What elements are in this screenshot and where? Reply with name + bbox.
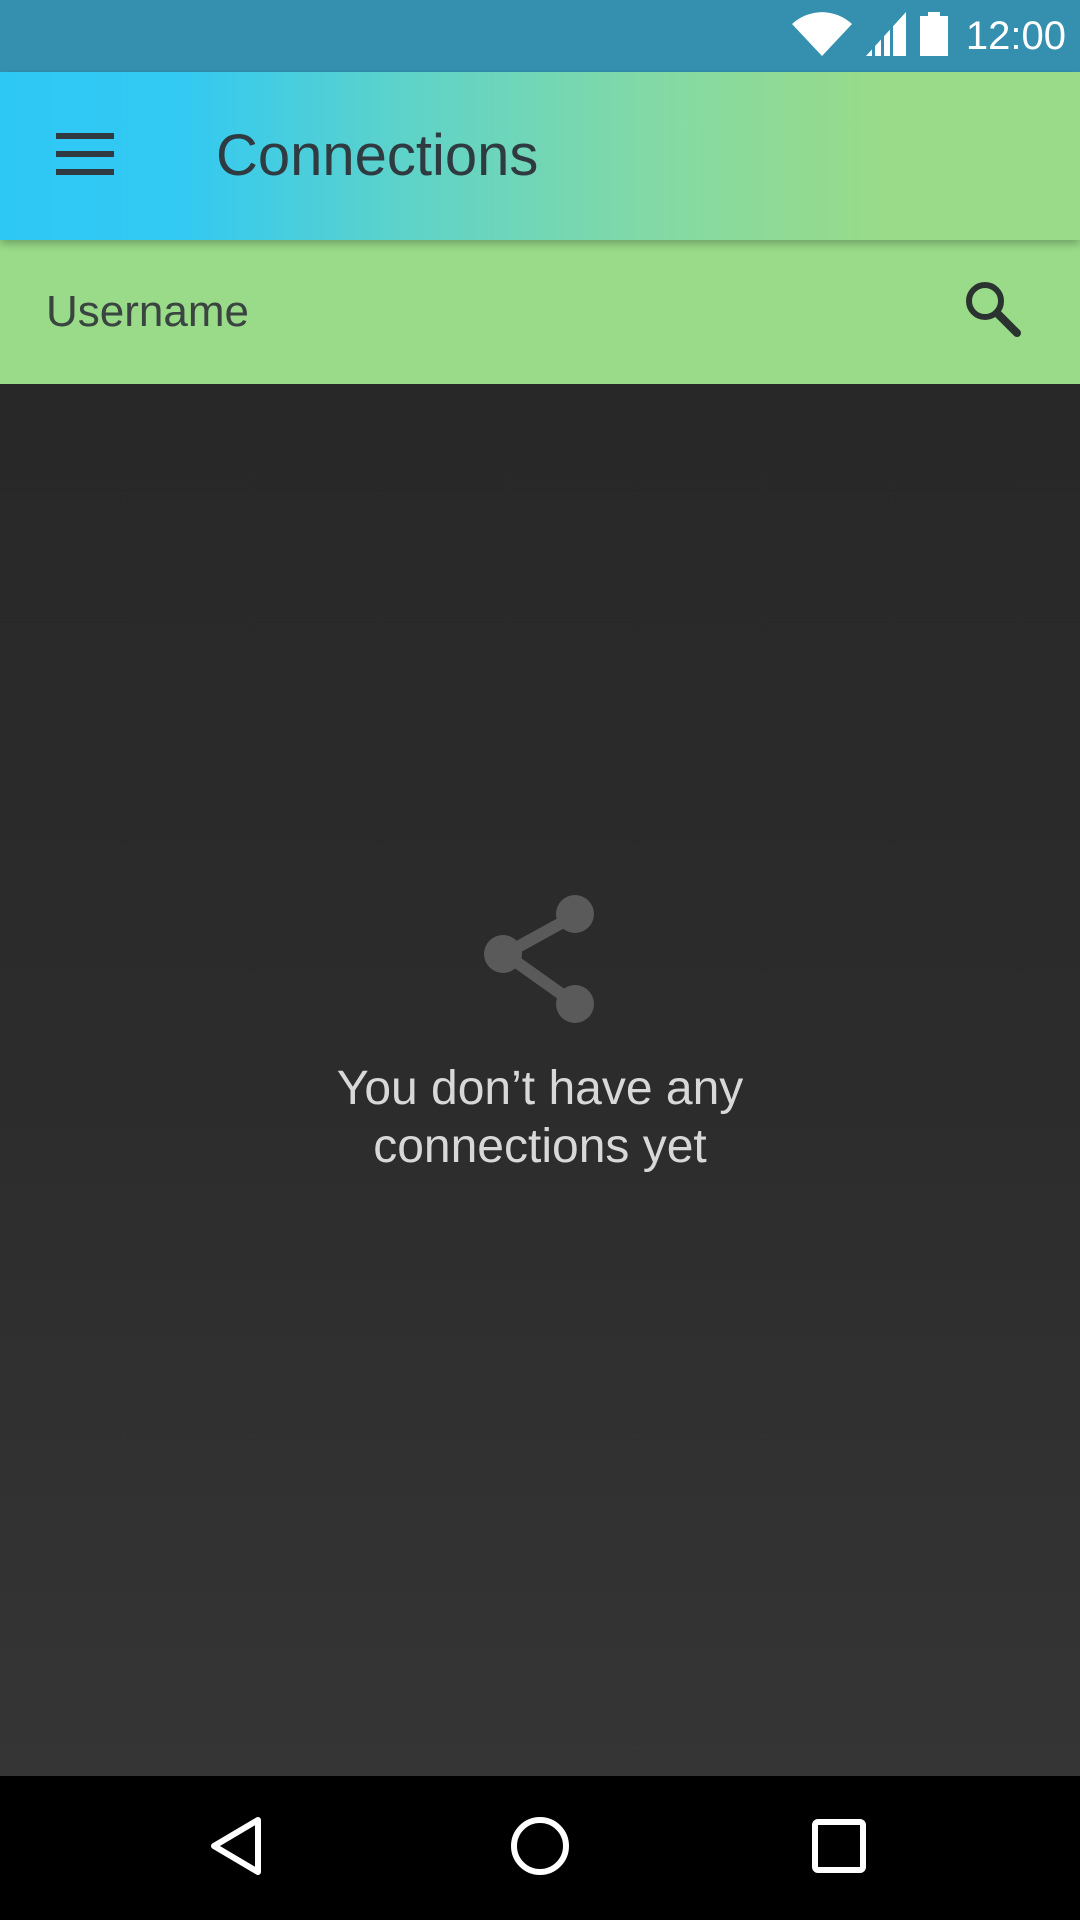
status-icons: 12:00 xyxy=(790,0,1066,72)
recents-button[interactable] xyxy=(789,1798,889,1898)
status-bar: 12:00 xyxy=(0,0,1080,72)
hamburger-menu-icon xyxy=(56,132,114,180)
home-button[interactable] xyxy=(490,1798,590,1898)
empty-state-line-2: connections yet xyxy=(373,1120,707,1173)
back-icon xyxy=(206,1814,266,1883)
system-nav-bar xyxy=(0,1776,1080,1920)
page-title: Connections xyxy=(216,123,539,188)
search-button[interactable] xyxy=(954,272,1030,348)
empty-state-message: You don’t have any connections yet xyxy=(0,1060,1080,1176)
back-button[interactable] xyxy=(186,1798,286,1898)
app-bar: Connections xyxy=(0,72,1080,240)
empty-state: You don’t have any connections yet xyxy=(0,892,1080,1176)
recents-icon xyxy=(811,1818,867,1879)
search-bar xyxy=(0,240,1080,384)
battery-icon xyxy=(918,10,950,63)
connections-list-area: You don’t have any connections yet xyxy=(0,384,1080,1776)
menu-button[interactable] xyxy=(40,116,130,196)
wifi-icon xyxy=(790,10,854,63)
home-icon xyxy=(508,1814,572,1883)
connections-screen: 12:00 Connections Username You don’t hav… xyxy=(0,0,1080,1920)
cellular-signal-icon xyxy=(864,10,908,63)
username-search-input[interactable] xyxy=(46,270,906,354)
search-icon xyxy=(962,278,1022,343)
empty-state-line-1: You don’t have any xyxy=(336,1062,744,1115)
status-time: 12:00 xyxy=(965,13,1066,58)
share-icon xyxy=(0,892,1080,1032)
